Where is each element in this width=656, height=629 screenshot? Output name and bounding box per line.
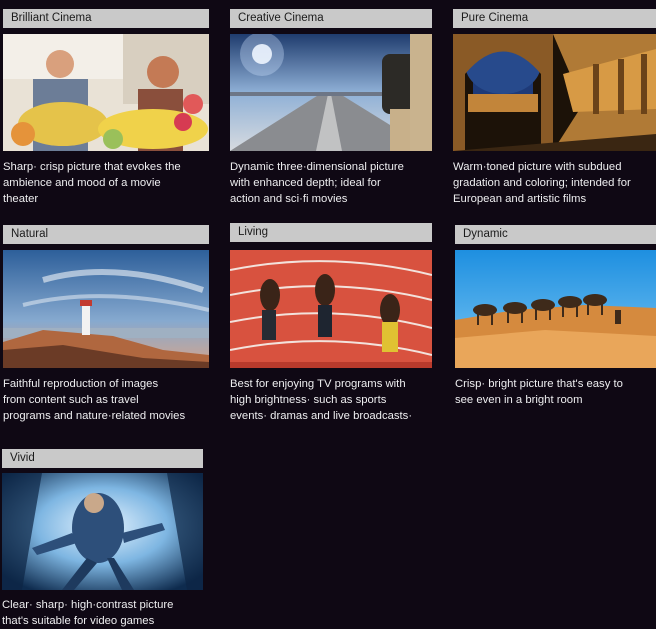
desc-line: see even in a bright room [455, 394, 583, 406]
flower-shop-image [3, 34, 209, 151]
mode-label: Dynamic [455, 225, 656, 244]
mode-label: Pure Cinema [453, 9, 656, 28]
desc-line: theater [3, 193, 39, 205]
mode-description: Dynamic three·dimensional picture with e… [230, 159, 432, 207]
mode-description: Best for enjoying TV programs with high … [230, 376, 432, 424]
lighthouse-image [3, 250, 209, 368]
desc-line: Dynamic three·dimensional picture [230, 161, 404, 173]
desc-line: Best for enjoying TV programs with [230, 378, 406, 390]
mode-label: Vivid [2, 449, 203, 468]
arched-plaza-image [453, 34, 656, 151]
desc-line: events· dramas and live broadcasts· [230, 410, 413, 422]
mode-description: Crisp· bright picture that's easy to see… [455, 376, 656, 408]
mode-label: Natural [3, 225, 209, 244]
superhero-image [2, 473, 203, 590]
sprinters-image [230, 250, 432, 368]
desc-line: Faithful reproduction of images [3, 378, 159, 390]
road-figure-image [230, 34, 432, 151]
desc-line: programs and nature·related movies [3, 410, 186, 422]
desc-line: European and artistic films [453, 193, 587, 205]
desc-line: ambience and mood of a movie [3, 177, 161, 189]
desc-line: Warm·toned picture with subdued [453, 161, 622, 173]
mode-description: Warm·toned picture with subdued gradatio… [453, 159, 656, 207]
desc-line: with enhanced depth; ideal for [230, 177, 381, 189]
mode-description: Clear· sharp· high·contrast picture that… [2, 597, 203, 629]
desc-line: Sharp· crisp picture that evokes the [3, 161, 181, 173]
desc-line: action and sci·fi movies [230, 193, 348, 205]
mode-description: Faithful reproduction of images from con… [3, 376, 209, 424]
mode-label: Brilliant Cinema [3, 9, 209, 28]
desc-line: from content such as travel [3, 394, 139, 406]
camel-caravan-image [455, 250, 656, 368]
desc-line: gradation and coloring; intended for [453, 177, 631, 189]
desc-line: Crisp· bright picture that's easy to [455, 378, 623, 390]
mode-description: Sharp· crisp picture that evokes the amb… [3, 159, 209, 207]
mode-label: Living [230, 223, 432, 242]
desc-line: high brightness· such as sports [230, 394, 387, 406]
desc-line: Clear· sharp· high·contrast picture [2, 599, 174, 611]
mode-label: Creative Cinema [230, 9, 432, 28]
